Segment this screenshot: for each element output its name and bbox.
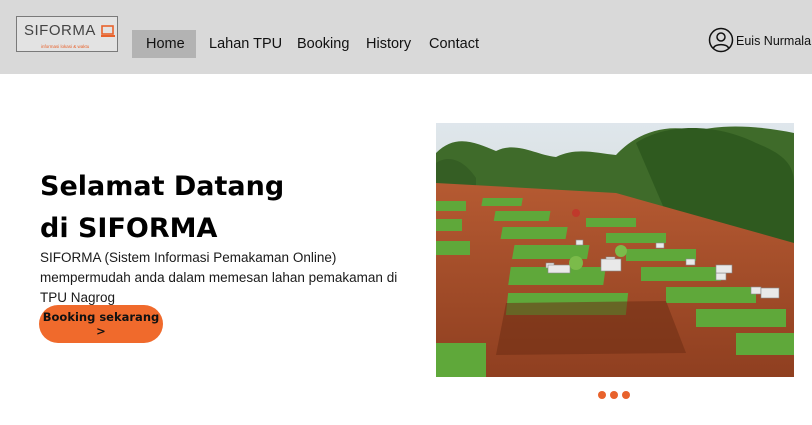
nav-lahan-tpu[interactable]: Lahan TPU [209, 30, 282, 58]
logo-tagline: informasi lokasi & waktu [41, 44, 90, 49]
user-name: Euis Nurmala [736, 34, 812, 48]
nav-booking[interactable]: Booking [297, 30, 349, 58]
hero-title-line-1: Selamat Datang [40, 171, 285, 202]
cemetery-photo [436, 123, 794, 377]
nav-history[interactable]: History [366, 30, 411, 58]
hero-title: Selamat Datang di SIFORMA [40, 166, 284, 250]
user-circle-icon [708, 27, 734, 53]
carousel-indicators [598, 391, 634, 399]
siforma-logo[interactable]: SIFORMA informasi lokasi & waktu [16, 16, 118, 52]
carousel-dot[interactable] [598, 391, 606, 399]
logo-text: SIFORMA [24, 22, 96, 39]
nav-contact[interactable]: Contact [429, 30, 479, 58]
hero-title-line-2: di SIFORMA [40, 213, 218, 244]
nav-home[interactable]: Home [132, 30, 196, 58]
booking-now-button[interactable]: Booking sekarang > [39, 305, 163, 343]
carousel-dot[interactable] [610, 391, 618, 399]
laptop-icon [101, 25, 115, 37]
navbar: SIFORMA informasi lokasi & waktu Home La… [0, 0, 812, 74]
carousel-dot[interactable] [622, 391, 630, 399]
hero-description: SIFORMA (Sistem Informasi Pemakaman Onli… [40, 250, 398, 305]
